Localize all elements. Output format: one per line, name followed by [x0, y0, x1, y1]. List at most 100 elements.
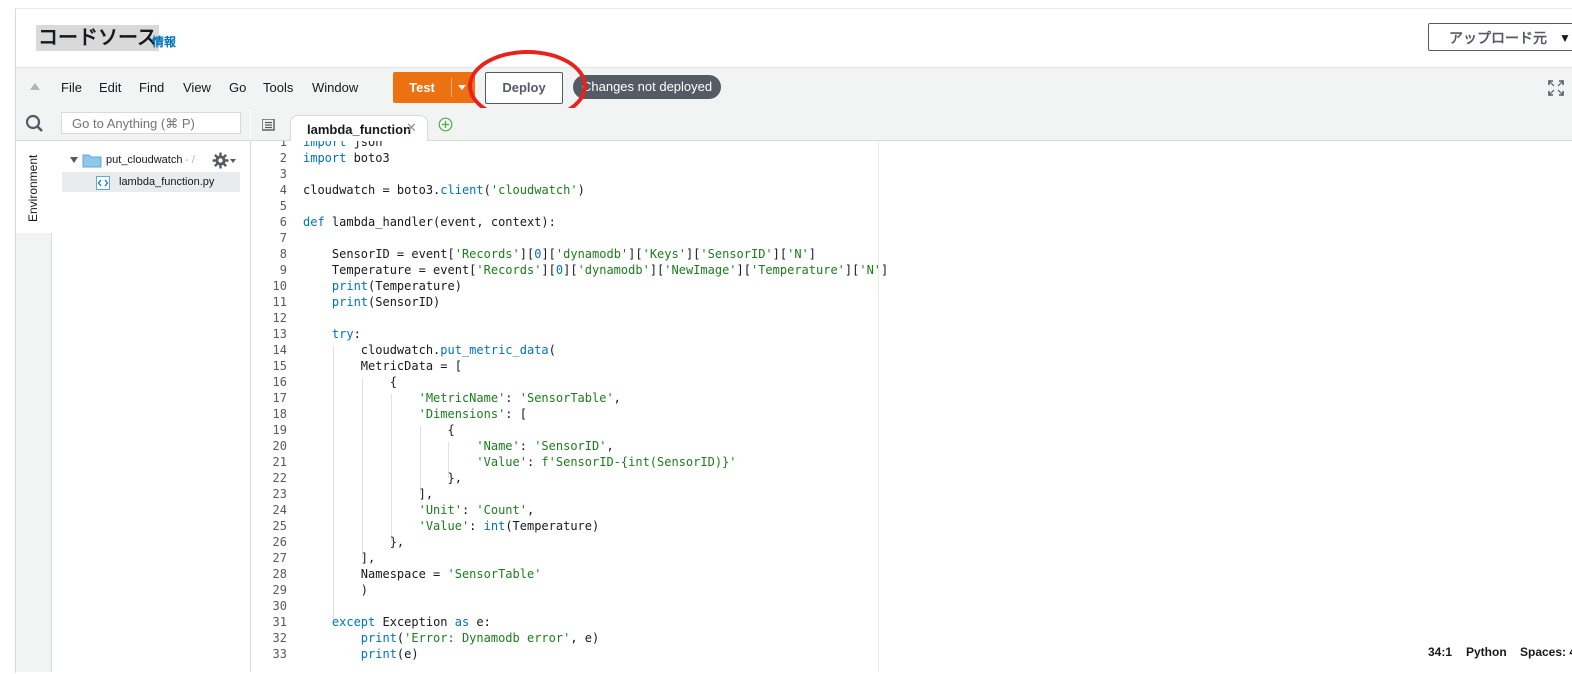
caret-down-icon: ▼ — [1559, 31, 1571, 45]
code-line[interactable]: 11 print(SensorID) — [251, 294, 1251, 310]
code-line[interactable]: 25 'Value': int(Temperature) — [251, 518, 1251, 534]
tab-label: lambda_function — [307, 122, 412, 137]
code-text: print(SensorID) — [331, 295, 441, 309]
code-text: Temperature = event['Records'][0]['dynam… — [303, 263, 889, 277]
code-line[interactable]: 22 }, — [251, 470, 1251, 486]
line-number: 31 — [272, 615, 287, 629]
test-button[interactable]: Test — [393, 72, 475, 103]
deploy-button[interactable]: Deploy — [485, 72, 563, 104]
menu-edit[interactable]: Edit — [99, 80, 121, 95]
code-text: def lambda_handler(event, context): — [303, 215, 556, 229]
code-line[interactable]: 13 try: — [251, 326, 1251, 342]
code-line[interactable]: 10 print(Temperature) — [251, 278, 1251, 294]
code-line[interactable]: 27 ], — [251, 550, 1251, 566]
line-number: 19 — [272, 423, 287, 437]
line-number: 2 — [279, 151, 287, 165]
code-line[interactable]: 5 — [251, 198, 1251, 214]
upload-from-button[interactable]: アップロード元 ▼ — [1428, 23, 1572, 51]
code-line[interactable]: 14 cloudwatch.put_metric_data( — [251, 342, 1251, 358]
line-number: 7 — [279, 231, 287, 245]
code-text: ], — [303, 487, 434, 501]
code-line[interactable]: 20 'Name': 'SensorID', — [251, 438, 1251, 454]
go-to-anything-input[interactable] — [61, 112, 241, 134]
code-text: cloudwatch = boto3.client('cloudwatch') — [303, 183, 585, 197]
line-number: 17 — [272, 391, 287, 405]
code-line[interactable]: 9 Temperature = event['Records'][0]['dyn… — [251, 262, 1251, 278]
menu-tools[interactable]: Tools — [263, 80, 293, 95]
code-text: import boto3 — [303, 151, 390, 165]
test-split-divider — [451, 78, 452, 97]
code-text: 'Dimensions': [ — [418, 407, 527, 421]
code-line[interactable]: 7 — [251, 230, 1251, 246]
tab-lambda-function[interactable]: lambda_function ✕ — [290, 115, 428, 141]
add-tab-icon[interactable] — [438, 117, 453, 132]
code-text: }, — [303, 471, 462, 485]
code-line[interactable]: 17 'MetricName': 'SensorTable', — [251, 390, 1251, 406]
close-tab-icon[interactable]: ✕ — [406, 120, 417, 136]
line-number: 20 — [272, 439, 287, 453]
code-line[interactable]: 32 print('Error: Dynamodb error', e) — [251, 630, 1251, 646]
line-number: 24 — [272, 503, 287, 517]
code-line[interactable]: 24 'Unit': 'Count', — [251, 502, 1251, 518]
code-text: }, — [303, 535, 405, 549]
code-text: { — [303, 375, 397, 389]
line-number: 9 — [279, 263, 287, 277]
test-label: Test — [409, 80, 435, 95]
code-text: ], — [303, 551, 376, 565]
code-text: print(e) — [360, 647, 419, 661]
code-line[interactable]: 33 print(e) — [251, 646, 1251, 662]
menu-go[interactable]: Go — [229, 80, 246, 95]
code-text: print('Error: Dynamodb error', e) — [360, 631, 600, 645]
menu-file[interactable]: File — [61, 80, 82, 95]
code-line[interactable]: 6 def lambda_handler(event, context): — [251, 214, 1251, 230]
code-line[interactable]: 30 — [251, 598, 1251, 614]
menu-window[interactable]: Window — [312, 80, 358, 95]
code-line[interactable]: 21 'Value': f'SensorID-{int(SensorID)}' — [251, 454, 1251, 470]
test-dropdown-icon[interactable] — [458, 85, 466, 90]
line-number: 10 — [272, 279, 287, 293]
code-line[interactable]: 16 { — [251, 374, 1251, 390]
code-line[interactable]: 2 import boto3 — [251, 150, 1251, 166]
menu-find[interactable]: Find — [139, 80, 164, 95]
line-number: 15 — [272, 359, 287, 373]
line-number: 32 — [272, 631, 287, 645]
code-line[interactable]: 19 { — [251, 422, 1251, 438]
code-text: ) — [303, 583, 369, 597]
search-icon[interactable] — [25, 114, 44, 133]
line-number: 13 — [272, 327, 287, 341]
page-title: コードソース — [36, 25, 159, 51]
indent-setting[interactable]: Spaces: 4 — [1520, 645, 1572, 659]
menu-view[interactable]: View — [183, 80, 211, 95]
code-line[interactable]: 8 SensorID = event['Records'][0]['dynamo… — [251, 246, 1251, 262]
line-number: 26 — [272, 535, 287, 549]
ide-menu-bar — [16, 67, 1572, 109]
code-text: SensorID = event['Records'][0]['dynamodb… — [303, 247, 817, 261]
code-text: print(Temperature) — [331, 279, 462, 293]
code-text: cloudwatch.put_metric_data( — [303, 343, 556, 357]
code-line[interactable]: 23 ], — [251, 486, 1251, 502]
info-link[interactable]: 情報 — [152, 33, 176, 50]
cursor-position: 34:1 — [1428, 645, 1453, 659]
language-mode[interactable]: Python — [1466, 645, 1507, 659]
code-text: 'Value': f'SensorID-{int(SensorID)}' — [476, 455, 737, 469]
code-line[interactable]: 29 ) — [251, 582, 1251, 598]
fullscreen-icon[interactable] — [1547, 79, 1565, 97]
line-number: 28 — [272, 567, 287, 581]
collapse-triangle-icon[interactable] — [30, 83, 40, 90]
code-line[interactable]: 15 MetricData = [ — [251, 358, 1251, 374]
code-line[interactable]: 3 — [251, 166, 1251, 182]
code-line[interactable]: 12 — [251, 310, 1251, 326]
line-number: 23 — [272, 487, 287, 501]
line-number: 21 — [272, 455, 287, 469]
code-text: 'Name': 'SensorID', — [476, 439, 614, 453]
line-number: 33 — [272, 647, 287, 661]
code-line[interactable]: 4 cloudwatch = boto3.client('cloudwatch') — [251, 182, 1251, 198]
code-line[interactable]: 31 except Exception as e: — [251, 614, 1251, 630]
code-line[interactable]: 26 }, — [251, 534, 1251, 550]
tab-list-icon[interactable] — [262, 119, 276, 131]
code-text: Namespace = 'SensorTable' — [303, 567, 542, 581]
code-line[interactable]: 28 Namespace = 'SensorTable' — [251, 566, 1251, 582]
line-number: 11 — [272, 295, 287, 309]
code-line[interactable]: 18 'Dimensions': [ — [251, 406, 1251, 422]
line-number: 27 — [272, 551, 287, 565]
